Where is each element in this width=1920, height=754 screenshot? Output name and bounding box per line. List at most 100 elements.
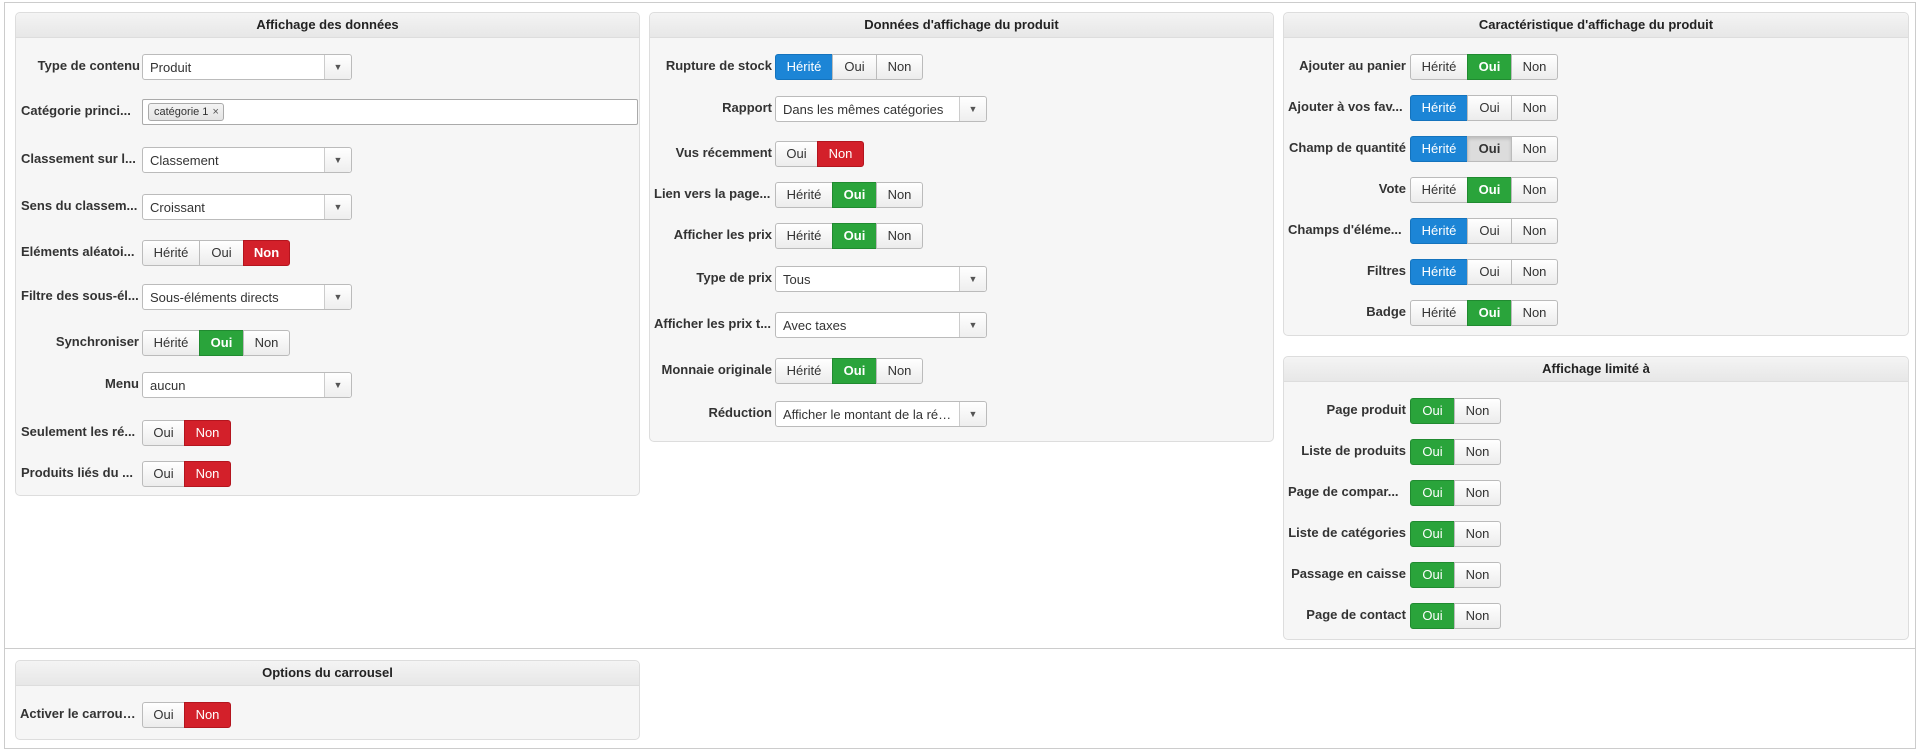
yes-button[interactable]: Oui	[142, 461, 185, 487]
quantity-field-toggle: Hérité Oui Non	[1410, 136, 1558, 162]
remove-tag-icon[interactable]: ×	[212, 106, 218, 118]
price-type-select[interactable]: Tous ▼	[775, 266, 987, 292]
yes-button[interactable]: Oui	[1410, 398, 1455, 424]
yes-button[interactable]: Oui	[832, 358, 877, 384]
main-category-tag-input[interactable]: catégorie 1 ×	[142, 99, 638, 125]
no-button[interactable]: Non	[243, 330, 290, 356]
field-label: Page produit	[1326, 402, 1406, 417]
yes-button[interactable]: Oui	[199, 240, 244, 266]
chevron-down-icon[interactable]: ▼	[959, 402, 986, 426]
field-label: Champ de quantité	[1288, 140, 1406, 155]
yes-button[interactable]: Oui	[142, 420, 185, 446]
no-button[interactable]: Non	[817, 141, 864, 167]
yes-button[interactable]: Oui	[1467, 95, 1512, 121]
yes-button[interactable]: Oui	[1410, 521, 1455, 547]
field-label: Vus récemment	[675, 145, 772, 160]
inherited-button[interactable]: Hérité	[775, 358, 833, 384]
no-button[interactable]: Non	[1511, 300, 1558, 326]
inherited-button[interactable]: Hérité	[1410, 177, 1468, 203]
product-list-toggle: Oui Non	[1410, 439, 1501, 465]
yes-button[interactable]: Oui	[142, 702, 185, 728]
contact-page-toggle: Oui Non	[1410, 603, 1501, 629]
yes-button[interactable]: Oui	[1410, 603, 1455, 629]
chevron-down-icon[interactable]: ▼	[324, 373, 351, 397]
field-label: Afficher les prix	[673, 227, 772, 242]
quantity-field-row: Champ de quantité Hérité Oui Non	[1284, 136, 1908, 169]
yes-button[interactable]: Oui	[1410, 562, 1455, 588]
badge-row: Badge Hérité Oui Non	[1284, 300, 1908, 333]
yes-button[interactable]: Oui	[832, 182, 877, 208]
sub-filter-select[interactable]: Sous-éléments directs ▼	[142, 284, 352, 310]
vote-row: Vote Hérité Oui Non	[1284, 177, 1908, 210]
no-button[interactable]: Non	[184, 420, 231, 446]
enable-carousel-toggle: Oui Non	[142, 702, 231, 728]
no-button[interactable]: Non	[1454, 562, 1501, 588]
sort-direction-row: Sens du classem... Croissant ▼	[16, 194, 639, 227]
yes-button[interactable]: Oui	[1467, 259, 1512, 285]
yes-button[interactable]: Oui	[1467, 136, 1512, 162]
yes-button[interactable]: Oui	[199, 330, 244, 356]
field-label: Liste de produits	[1301, 443, 1406, 458]
yes-button[interactable]: Oui	[832, 54, 877, 80]
no-button[interactable]: Non	[876, 182, 923, 208]
compare-page-toggle: Oui Non	[1410, 480, 1501, 506]
inherited-button[interactable]: Hérité	[1410, 54, 1468, 80]
inherited-button[interactable]: Hérité	[142, 240, 200, 266]
yes-button[interactable]: Oui	[1410, 439, 1455, 465]
discount-select[interactable]: Afficher le montant de la réd... ▼	[775, 401, 987, 427]
chevron-down-icon[interactable]: ▼	[959, 313, 986, 337]
inherited-button[interactable]: Hérité	[1410, 95, 1468, 121]
no-button[interactable]: Non	[184, 702, 231, 728]
inherited-button[interactable]: Hérité	[1410, 259, 1468, 285]
no-button[interactable]: Non	[1511, 95, 1558, 121]
inherited-button[interactable]: Hérité	[775, 182, 833, 208]
no-button[interactable]: Non	[1511, 259, 1558, 285]
no-button[interactable]: Non	[1511, 54, 1558, 80]
no-button[interactable]: Non	[876, 223, 923, 249]
no-button[interactable]: Non	[1454, 603, 1501, 629]
no-button[interactable]: Non	[876, 54, 923, 80]
no-button[interactable]: Non	[1511, 177, 1558, 203]
field-label: Liste de catégories	[1288, 525, 1406, 540]
yes-button[interactable]: Oui	[1467, 177, 1512, 203]
chevron-down-icon[interactable]: ▼	[324, 195, 351, 219]
no-button[interactable]: Non	[1454, 521, 1501, 547]
no-button[interactable]: Non	[1454, 398, 1501, 424]
sort-on-select[interactable]: Classement ▼	[142, 147, 352, 173]
chevron-down-icon[interactable]: ▼	[324, 285, 351, 309]
select-value: Croissant	[150, 200, 205, 215]
inherited-button[interactable]: Hérité	[1410, 300, 1468, 326]
show-prices-tax-select[interactable]: Avec taxes ▼	[775, 312, 987, 338]
yes-button[interactable]: Oui	[1467, 218, 1512, 244]
contact-page-row: Page de contact Oui Non	[1284, 603, 1908, 636]
filters-row: Filtres Hérité Oui Non	[1284, 259, 1908, 292]
report-select[interactable]: Dans les mêmes catégories ▼	[775, 96, 987, 122]
no-button[interactable]: Non	[876, 358, 923, 384]
no-button[interactable]: Non	[1511, 136, 1558, 162]
inherited-button[interactable]: Hérité	[775, 54, 833, 80]
menu-select[interactable]: aucun ▼	[142, 372, 352, 398]
no-button[interactable]: Non	[1454, 439, 1501, 465]
compare-page-row: Page de compar... Oui Non	[1284, 480, 1908, 513]
inherited-button[interactable]: Hérité	[1410, 218, 1468, 244]
no-button[interactable]: Non	[1511, 218, 1558, 244]
chevron-down-icon[interactable]: ▼	[959, 97, 986, 121]
yes-button[interactable]: Oui	[775, 141, 818, 167]
product-page-row: Page produit Oui Non	[1284, 398, 1908, 431]
chevron-down-icon[interactable]: ▼	[324, 148, 351, 172]
chevron-down-icon[interactable]: ▼	[324, 55, 351, 79]
content-type-select[interactable]: Produit ▼	[142, 54, 352, 80]
inherited-button[interactable]: Hérité	[142, 330, 200, 356]
no-button[interactable]: Non	[243, 240, 290, 266]
no-button[interactable]: Non	[1454, 480, 1501, 506]
yes-button[interactable]: Oui	[1410, 480, 1455, 506]
inherited-button[interactable]: Hérité	[1410, 136, 1468, 162]
no-button[interactable]: Non	[184, 461, 231, 487]
yes-button[interactable]: Oui	[1467, 54, 1512, 80]
yes-button[interactable]: Oui	[832, 223, 877, 249]
product-list-row: Liste de produits Oui Non	[1284, 439, 1908, 472]
inherited-button[interactable]: Hérité	[775, 223, 833, 249]
sort-direction-select[interactable]: Croissant ▼	[142, 194, 352, 220]
chevron-down-icon[interactable]: ▼	[959, 267, 986, 291]
yes-button[interactable]: Oui	[1467, 300, 1512, 326]
